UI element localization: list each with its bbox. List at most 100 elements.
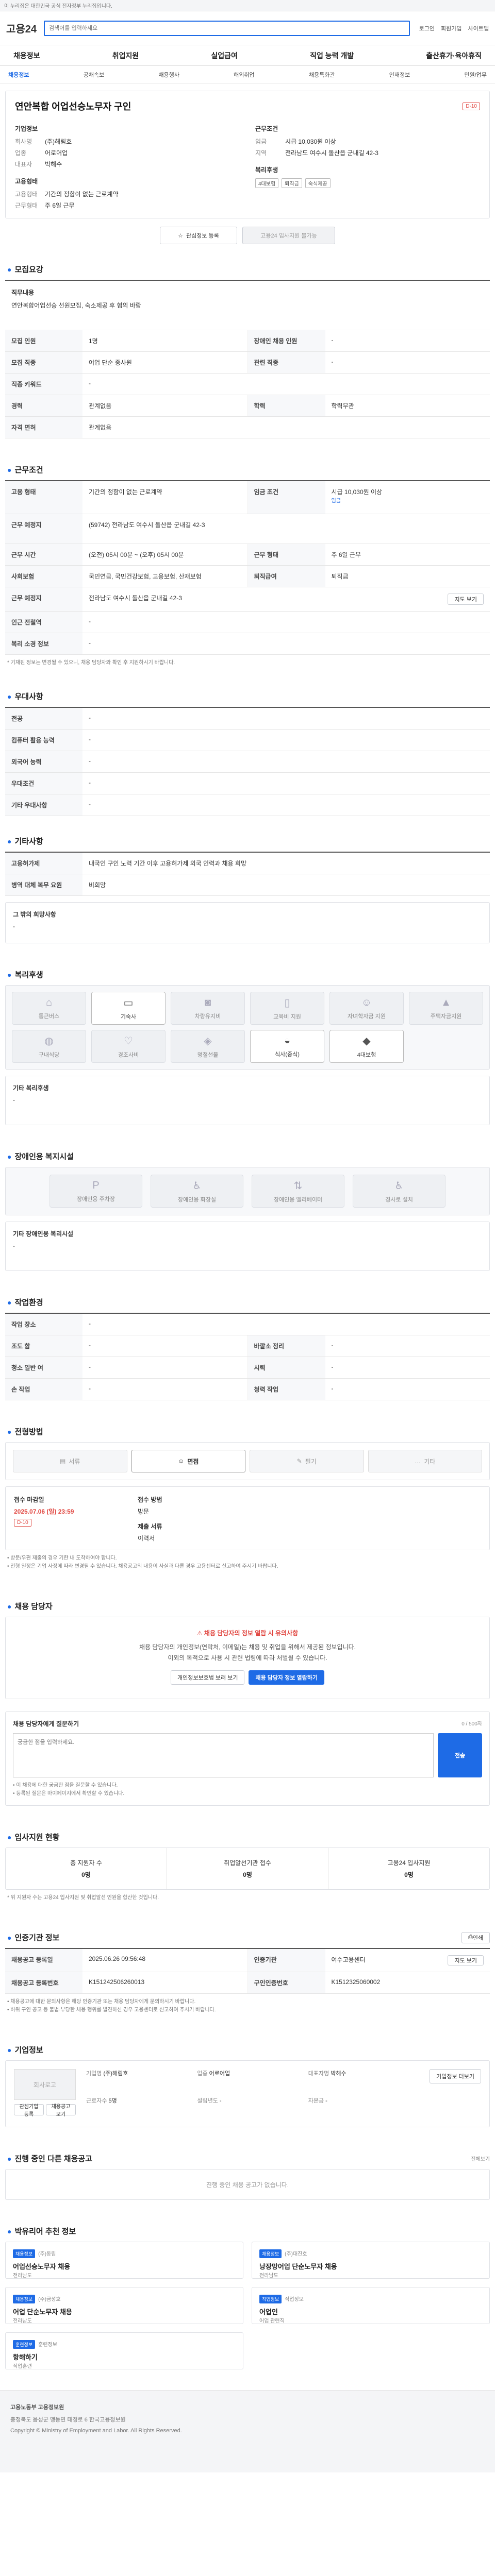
recommend-card[interactable]: 채용정보 (주)동림 어업선승노무자 채용 전라남도	[5, 2242, 243, 2279]
rec-badge: 채용정보	[13, 2295, 36, 2303]
subnav-item[interactable]: 채용정보	[8, 71, 29, 79]
duty-title: 직무내용	[11, 289, 35, 296]
recommend-card[interactable]: 직업정보 직업정보 어업인 어업 관련직	[252, 2287, 490, 2324]
section-icon: ●	[7, 692, 12, 701]
field-value: -	[82, 1335, 248, 1357]
shield-icon: ◆	[362, 1035, 371, 1047]
welfare-item: ◍ 구내식당	[12, 1030, 86, 1063]
recommend-card[interactable]: 채용정보 (주)금성호 어업 단순노무자 채용 전라남도	[5, 2287, 243, 2324]
field-value: -	[89, 757, 91, 765]
other-jobs-section: ● 진행 중인 다른 채용공고 전체보기 진행 중인 채용 공고가 없습니다.	[5, 2148, 490, 2200]
agency-map-button[interactable]: 지도 보기	[448, 1955, 484, 1965]
inquiry-card: 채용 담당자에게 질문하기 0 / 500자 전송 • 이 채용에 대한 궁금한 …	[5, 1711, 490, 1806]
corp-more-button[interactable]: 기업정보 더보기	[430, 2069, 481, 2083]
field-label: 기타 우대사항	[5, 794, 82, 816]
section-title: 우대사항	[14, 692, 43, 701]
welfare-label: 주택자금지원	[430, 1013, 462, 1020]
welfare-item: ⌂ 통근버스	[12, 992, 86, 1025]
cap-icon: ▲	[441, 996, 451, 1008]
section-title: 전형방법	[14, 1428, 43, 1436]
view-manager-button[interactable]: 채용 담당자 정보 열람하기	[249, 1670, 324, 1685]
apply-disabled-button[interactable]: 고용24 입사지원 불가능	[242, 227, 335, 244]
step-label: 기타	[424, 1458, 436, 1465]
subnav-item[interactable]: 채용특화관	[309, 71, 335, 79]
field-label: 업종	[15, 149, 27, 157]
step-written: ✎ 필기	[250, 1450, 364, 1472]
subnav-item[interactable]: 해외취업	[234, 71, 254, 79]
disabled-extra-box: 기타 장애인용 복리시설 -	[5, 1222, 490, 1271]
field-value: K151242506260013	[82, 1972, 248, 1993]
interest-button[interactable]: ☆ 관심정보 등록	[160, 227, 237, 244]
footer-address: 충청북도 음성군 맹동면 태정로 6 한국고용정보원	[10, 2417, 126, 2423]
gnb-item-training[interactable]: 직업 능력 개발	[305, 50, 359, 61]
wage-detail-link[interactable]: 임금	[332, 498, 341, 504]
welfare-item: ◆ 4대보험	[329, 1030, 404, 1063]
recommend-card[interactable]: 훈련정보 훈련정보 항해하기 직업훈련	[5, 2332, 243, 2369]
field-label: 고용허가제	[5, 853, 82, 874]
step-label: 필기	[305, 1458, 317, 1465]
login-link[interactable]: 로그인	[419, 24, 435, 32]
field-value: -	[89, 779, 91, 786]
privacy-terms-button[interactable]: 개인정보보호법 보러 보기	[171, 1670, 245, 1685]
gnb-item-leave[interactable]: 출산휴가·육아휴직	[421, 50, 487, 61]
gnb-item-jobs[interactable]: 채용정보	[8, 50, 45, 61]
subnav-item[interactable]: 민원/업무	[464, 71, 487, 79]
section-title: 입사지원 현황	[14, 1833, 60, 1842]
manager-desc: 이외의 목적으로 사용 시 관련 법령에 따라 처벌될 수 있습니다.	[168, 1654, 327, 1662]
inquiry-textarea[interactable]	[13, 1733, 434, 1777]
field-value: -	[331, 1385, 334, 1392]
field-value: -	[89, 380, 91, 387]
house-icon: ⌂	[45, 996, 53, 1008]
printer-icon: ⎙	[468, 1934, 473, 1940]
company-name: (주)해림호	[45, 138, 72, 145]
wage-value: 시급 10,030원 이상	[285, 138, 336, 145]
section-title: 기타사항	[14, 837, 43, 846]
map-button[interactable]: 지도 보기	[448, 594, 484, 605]
print-button[interactable]: ⎙ 인쇄	[461, 1931, 490, 1943]
signup-link[interactable]: 회원가입	[441, 24, 461, 32]
field-label: 고용 형태	[5, 481, 82, 514]
process-steps: ▤ 서류 ☺ 면접 ✎ 필기 … 기타	[6, 1443, 489, 1480]
subnav-item[interactable]: 공채속보	[84, 71, 104, 79]
search-input[interactable]	[44, 20, 410, 36]
alert-icon: ⚠	[196, 1630, 204, 1637]
recommend-card[interactable]: 채용정보 (주)대진호 낭장망어업 단순노무자 채용 전라남도	[252, 2242, 490, 2279]
field-label: 채용공고 등록일	[5, 1949, 82, 1972]
site-logo[interactable]: 고용24	[6, 21, 37, 36]
field-label: 근로자수	[86, 2098, 107, 2104]
condition-summary: 근무조건 임금 시급 10,030원 이상 지역 전라남도 여수시 돌산읍 군내길 …	[255, 124, 480, 210]
field-label: 모집 인원	[5, 330, 82, 351]
car-icon: ◙	[204, 996, 211, 1008]
process-notes: • 방문/우편 제출의 경우 기한 내 도착하여야 합니다. • 전형 일정은 …	[5, 1550, 490, 1575]
welfare-item: ◈ 명절선물	[171, 1030, 245, 1063]
section-title: 진행 중인 다른 채용공고	[14, 2155, 92, 2163]
inquiry-submit-button[interactable]: 전송	[438, 1733, 482, 1777]
interview-icon: ☺	[178, 1458, 185, 1465]
field-label: 업종	[197, 2071, 208, 2077]
stat-online: 고용24 입사지원 0명	[328, 1848, 489, 1889]
field-value: -	[82, 1379, 248, 1400]
field-value: 내국인 구인 노력 기간 이후 고용허가제 외국 인력과 채용 희망	[89, 860, 247, 867]
gnb-item-support[interactable]: 취업지원	[107, 50, 144, 61]
subnav-item[interactable]: 채용행사	[158, 71, 179, 79]
section-title: 장애인용 복지시설	[14, 1153, 74, 1161]
extra-value: -	[13, 1096, 15, 1104]
subnav-item[interactable]: 인재정보	[389, 71, 410, 79]
deadline-value: 2025.07.06 (일) 23:59	[14, 1508, 74, 1515]
rec-meta: 전라남도	[259, 2273, 278, 2279]
work-type: 주 6일 근무	[45, 202, 75, 209]
field-label: 근무 형태	[248, 544, 325, 565]
corp-interest-button[interactable]: 관심기업 등록	[14, 2104, 44, 2117]
corp-jobs-button[interactable]: 채용공고 보기	[46, 2104, 76, 2117]
print-label: 인쇄	[472, 1935, 483, 1941]
dday-badge: D-10	[463, 102, 480, 110]
field-label: 설립년도	[197, 2098, 218, 2104]
gov-notice-text: 이 누리집은 대한민국 공식 전자정부 누리집입니다.	[4, 4, 112, 9]
other-jobs-more-link[interactable]: 전체보기	[471, 2155, 490, 2162]
rec-title: 어업선승노무자 채용	[13, 2263, 71, 2270]
sitemap-link[interactable]: 사이트맵	[468, 24, 489, 32]
gnb-item-benefit[interactable]: 실업급여	[206, 50, 243, 61]
field-value: -	[331, 1363, 334, 1370]
rec-org: 직업정보	[285, 2297, 304, 2302]
field-label: 컴퓨터 활용 능력	[5, 730, 82, 751]
